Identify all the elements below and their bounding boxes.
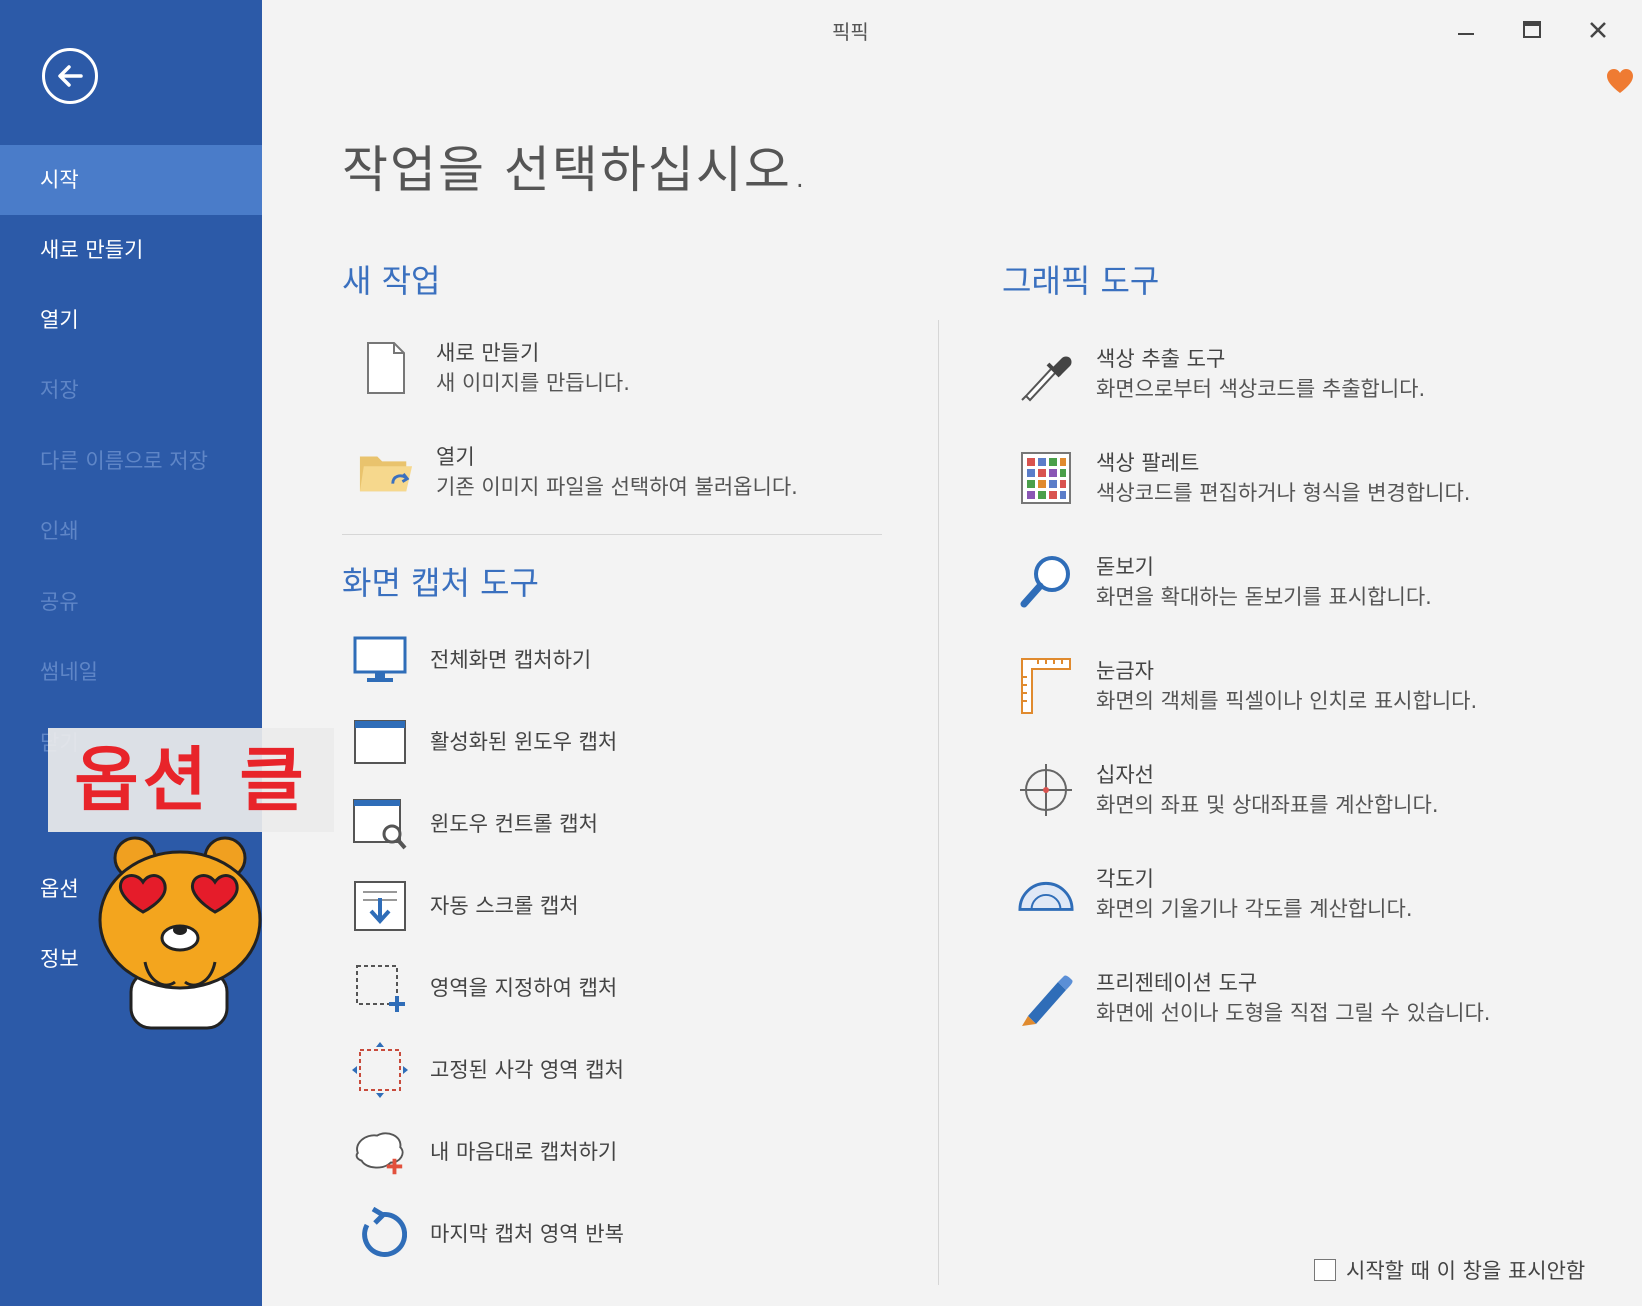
palette-icon	[1018, 450, 1074, 506]
repeat-icon	[352, 1206, 408, 1262]
back-button[interactable]	[42, 48, 98, 104]
sidebar-item-share: 공유	[40, 590, 79, 614]
new-image-item[interactable]: 새로 만들기 새 이미지를 만듭니다.	[358, 338, 630, 398]
capture-fullscreen-item[interactable]: 전체화면 캡처하기	[352, 632, 591, 688]
color-palette-label: 색상 팔레트	[1096, 451, 1200, 475]
monitor-icon	[352, 632, 408, 688]
page-title: 작업을 선택하십시오.	[342, 141, 810, 199]
capture-fullscreen-label: 전체화면 캡처하기	[430, 648, 592, 672]
ruler-icon	[1018, 658, 1074, 714]
sidebar-item-print: 인쇄	[40, 519, 79, 543]
divider-vertical	[938, 320, 939, 1285]
titlebar: 픽픽	[262, 0, 1642, 60]
section-title-new-work: 새 작업	[342, 262, 441, 300]
fixed-region-icon	[352, 1042, 408, 1098]
capture-active-window-label: 활성화된 윈도우 캡처	[430, 730, 618, 754]
maximize-icon	[1523, 21, 1541, 38]
sidebar-item-thumbnail: 썸네일	[40, 660, 98, 684]
capture-fixed-region-label: 고정된 사각 영역 캡처	[430, 1058, 624, 1082]
eyedropper-icon	[1018, 346, 1074, 402]
capture-freeform-label: 내 마음대로 캡처하기	[430, 1140, 618, 1164]
sidebar: 시작 새로 만들기 열기 저장 다른 이름으로 저장 인쇄 공유 썸네일 닫기 …	[0, 0, 262, 1306]
minimize-button[interactable]	[1452, 16, 1480, 44]
freeform-icon	[352, 1124, 408, 1180]
maximize-button[interactable]	[1518, 16, 1546, 44]
section-title-capture: 화면 캡처 도구	[342, 564, 539, 602]
capture-freeform-item[interactable]: 내 마음대로 캡처하기	[352, 1124, 617, 1180]
sidebar-item-start[interactable]: 시작	[0, 145, 262, 215]
annotation-caption: 옵션 클릭	[48, 728, 334, 925]
app-title: 픽픽	[832, 20, 869, 44]
heart-icon[interactable]	[1606, 68, 1634, 98]
magnifier-label: 돋보기	[1096, 555, 1154, 579]
magnifier-desc: 화면을 확대하는 돋보기를 표시합니다.	[1096, 585, 1432, 609]
hide-on-start-checkbox[interactable]	[1314, 1259, 1336, 1281]
new-image-desc: 새 이미지를 만듭니다.	[436, 371, 630, 395]
open-item[interactable]: 열기 기존 이미지 파일을 선택하여 불러옵니다.	[358, 442, 798, 502]
sidebar-item-save: 저장	[40, 378, 79, 402]
magnifier-icon	[1018, 554, 1074, 610]
scroll-down-icon	[352, 878, 408, 934]
minimize-icon	[1458, 33, 1474, 35]
protractor-icon	[1018, 866, 1074, 922]
window-magnifier-icon	[352, 796, 408, 852]
protractor-item[interactable]: 각도기 화면의 기울기나 각도를 계산합니다.	[1018, 864, 1413, 924]
capture-repeat-label: 마지막 캡처 영역 반복	[430, 1222, 624, 1246]
protractor-label: 각도기	[1096, 867, 1154, 891]
ruler-desc: 화면의 객체를 픽셀이나 인치로 표시합니다.	[1096, 689, 1478, 713]
open-desc: 기존 이미지 파일을 선택하여 불러옵니다.	[436, 475, 798, 499]
capture-auto-scroll-label: 자동 스크롤 캡처	[430, 894, 579, 918]
capture-window-control-item[interactable]: 윈도우 컨트롤 캡처	[352, 796, 598, 852]
color-palette-item[interactable]: 색상 팔레트 색상코드를 편집하거나 형식을 변경합니다.	[1018, 448, 1470, 508]
new-image-label: 새로 만들기	[436, 341, 540, 365]
open-label: 열기	[436, 445, 475, 469]
close-button[interactable]	[1584, 16, 1612, 44]
hide-on-start-label: 시작할 때 이 창을 표시안함	[1346, 1259, 1586, 1283]
bear-sticker-icon	[98, 836, 262, 1030]
presentation-label: 프리젠테이션 도구	[1096, 971, 1258, 995]
main-panel: 픽픽 작업을 선택하십시오. 새 작업 새로 만들기 새 이미지를 만듭니다. …	[262, 0, 1642, 1306]
capture-window-control-label: 윈도우 컨트롤 캡처	[430, 812, 598, 836]
pen-icon	[1018, 970, 1074, 1026]
capture-repeat-item[interactable]: 마지막 캡처 영역 반복	[352, 1206, 624, 1262]
section-title-graphic: 그래픽 도구	[1002, 262, 1160, 300]
crosshair-item[interactable]: 십자선 화면의 좌표 및 상대좌표를 계산합니다.	[1018, 760, 1439, 820]
capture-fixed-region-item[interactable]: 고정된 사각 영역 캡처	[352, 1042, 624, 1098]
region-plus-icon	[352, 960, 408, 1016]
color-picker-desc: 화면으로부터 색상코드를 추출합니다.	[1096, 377, 1426, 401]
color-picker-item[interactable]: 색상 추출 도구 화면으로부터 색상코드를 추출합니다.	[1018, 344, 1425, 404]
window-icon	[352, 714, 408, 770]
ruler-item[interactable]: 눈금자 화면의 객체를 픽셀이나 인치로 표시합니다.	[1018, 656, 1477, 716]
close-icon	[1590, 22, 1606, 38]
sidebar-item-open[interactable]: 열기	[0, 285, 262, 355]
crosshair-desc: 화면의 좌표 및 상대좌표를 계산합니다.	[1096, 793, 1439, 817]
divider-horizontal	[342, 534, 882, 535]
presentation-desc: 화면에 선이나 도형을 직접 그릴 수 있습니다.	[1096, 1001, 1491, 1025]
protractor-desc: 화면의 기울기나 각도를 계산합니다.	[1096, 897, 1413, 921]
crosshair-icon	[1018, 762, 1074, 818]
sidebar-item-save-as: 다른 이름으로 저장	[40, 449, 208, 473]
hide-on-start-option[interactable]: 시작할 때 이 창을 표시안함	[1314, 1255, 1585, 1285]
capture-region-label: 영역을 지정하여 캡처	[430, 976, 618, 1000]
capture-region-item[interactable]: 영역을 지정하여 캡처	[352, 960, 617, 1016]
arrow-left-icon	[58, 65, 83, 87]
crosshair-label: 십자선	[1096, 763, 1154, 787]
magnifier-item[interactable]: 돋보기 화면을 확대하는 돋보기를 표시합니다.	[1018, 552, 1432, 612]
capture-auto-scroll-item[interactable]: 자동 스크롤 캡처	[352, 878, 579, 934]
new-file-icon	[358, 340, 414, 396]
color-picker-label: 색상 추출 도구	[1096, 347, 1226, 371]
sidebar-item-new[interactable]: 새로 만들기	[0, 215, 262, 285]
presentation-item[interactable]: 프리젠테이션 도구 화면에 선이나 도형을 직접 그릴 수 있습니다.	[1018, 968, 1491, 1028]
color-palette-desc: 색상코드를 편집하거나 형식을 변경합니다.	[1096, 481, 1471, 505]
ruler-label: 눈금자	[1096, 659, 1154, 683]
capture-active-window-item[interactable]: 활성화된 윈도우 캡처	[352, 714, 617, 770]
open-folder-icon	[358, 444, 414, 500]
